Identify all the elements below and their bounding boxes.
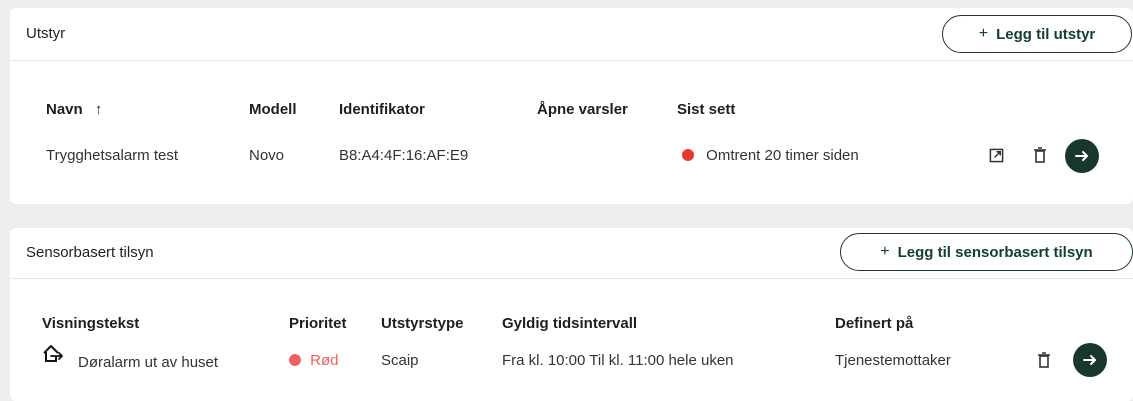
add-equipment-button[interactable]: + Legg til utstyr	[942, 15, 1132, 53]
column-header-name-label: Navn	[46, 101, 83, 118]
open-equipment-button[interactable]	[1065, 139, 1099, 173]
delete-icon[interactable]	[1035, 351, 1053, 369]
sensor-equipment-type: Scaip	[381, 352, 419, 369]
plus-icon: +	[978, 25, 989, 42]
equipment-last-seen: Omtrent 20 timer siden	[682, 147, 859, 164]
column-header-open-alerts: Åpne varsler	[537, 101, 628, 118]
equipment-card: Utstyr + Legg til utstyr Navn ↑ Modell I…	[10, 8, 1133, 204]
sensor-card-header: Sensorbasert tilsyn + Legg til sensorbas…	[10, 228, 1133, 279]
equipment-identifier: B8:A4:4F:16:AF:E9	[339, 147, 469, 164]
column-header-display-text: Visningstekst	[42, 315, 140, 332]
sort-ascending-icon: ↑	[94, 101, 103, 118]
add-sensor-supervision-button[interactable]: + Legg til sensorbasert tilsyn	[840, 233, 1133, 271]
sensor-supervision-card: Sensorbasert tilsyn + Legg til sensorbas…	[10, 228, 1133, 401]
sensor-defined-on: Tjenestemottaker	[835, 352, 951, 369]
equipment-card-header: Utstyr + Legg til utstyr	[10, 8, 1133, 61]
sensor-display-text: Døralarm ut av huset	[78, 354, 219, 371]
equipment-title: Utstyr	[26, 25, 66, 42]
column-header-valid-interval: Gyldig tidsintervall	[502, 315, 638, 332]
add-sensor-supervision-label: Legg til sensorbasert tilsyn	[897, 243, 1093, 261]
column-header-defined-on: Definert på	[835, 315, 914, 332]
column-header-model: Modell	[249, 101, 297, 118]
arrow-right-icon	[1075, 151, 1088, 161]
add-equipment-label: Legg til utstyr	[996, 25, 1096, 43]
house-exit-icon	[42, 344, 64, 364]
sensor-valid-interval: Fra kl. 10:00 Til kl. 11:00 hele uken	[502, 352, 734, 369]
equipment-name: Trygghetsalarm test	[46, 147, 178, 164]
open-sensor-supervision-button[interactable]	[1073, 343, 1107, 377]
equipment-model: Novo	[249, 147, 285, 164]
column-header-equipment-type: Utstyrstype	[381, 315, 464, 332]
column-header-last-seen: Sist sett	[677, 101, 736, 118]
plus-icon: +	[880, 243, 890, 260]
column-header-identifier: Identifikator	[339, 101, 425, 118]
last-seen-text: Omtrent 20 timer siden	[706, 147, 859, 164]
priority-text: Rød	[310, 352, 339, 369]
status-dot	[682, 149, 694, 161]
sensor-supervision-title: Sensorbasert tilsyn	[26, 244, 154, 261]
sensor-priority: Rød	[289, 352, 339, 369]
open-external-icon[interactable]	[987, 146, 1005, 164]
arrow-right-icon	[1083, 355, 1096, 365]
column-header-name[interactable]: Navn ↑	[46, 101, 102, 118]
delete-icon[interactable]	[1031, 146, 1049, 164]
priority-dot	[289, 354, 301, 366]
column-header-priority: Prioritet	[289, 315, 347, 332]
